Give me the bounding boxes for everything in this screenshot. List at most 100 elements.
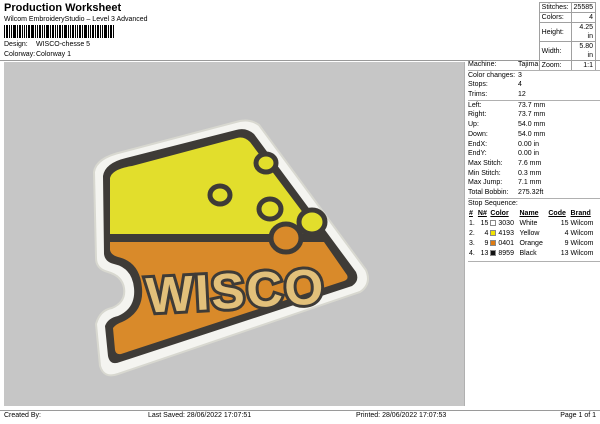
machine-info-label: Max Jump:	[468, 179, 503, 187]
sequence-num: 4.	[469, 250, 475, 258]
footer-divider	[0, 410, 600, 411]
color-name: White	[519, 220, 538, 228]
machine-info-row: Up: 54.0 mm	[468, 120, 600, 130]
machine-info-row: Max Stitch: 7.6 mm	[468, 159, 600, 169]
page-number: Page 1 of 1	[560, 412, 596, 419]
sequence-color: 3030	[489, 219, 518, 229]
machine-info-label: Color changes:	[468, 71, 516, 79]
machine-info-row: Color changes: 3	[468, 71, 600, 81]
sequence-color: 8959	[489, 249, 518, 259]
machine-info-row: Machine: Tajima	[468, 60, 600, 70]
color-swatch	[490, 230, 497, 237]
machine-info-row: Total Bobbin: 275.32ft	[468, 188, 600, 198]
last-saved: Last Saved: 28/06/2022 17:07:51	[148, 412, 252, 419]
machine-info-row: Min Stitch: 0.3 mm	[468, 169, 600, 179]
sequence-row: 3. 9 0401 Orange 9 Wilcom	[468, 239, 598, 249]
machine-info-row: EndX: 0.00 in	[468, 140, 600, 150]
colorway-row: Colorway: Colorway 1	[4, 51, 71, 58]
color-code: 0401	[498, 240, 514, 248]
color-code: 8959	[498, 250, 514, 258]
machine-info-value: 7.6 mm	[518, 159, 542, 167]
machine-info-label: Right:	[468, 111, 487, 119]
cheese-hole	[268, 221, 304, 255]
machine-info-value: 12	[518, 91, 526, 99]
stat-value: 4	[570, 12, 597, 23]
stat-row: Height: 4.25 in	[538, 22, 597, 42]
barcode	[4, 25, 116, 38]
colorway-label: Colorway:	[4, 51, 36, 58]
stat-label: Stitches:	[538, 2, 572, 13]
machine-info-label: Total Bobbin:	[468, 188, 509, 196]
machine-info-label: EndY:	[468, 150, 487, 158]
sequence-row: 1. 15 3030 White 15 Wilcom	[468, 219, 598, 229]
sequence-needle: 15	[480, 220, 489, 228]
stat-value: 25585	[570, 2, 597, 13]
machine-info-label: Up:	[468, 121, 479, 129]
sequence-header: #	[469, 210, 473, 218]
stop-sequence-title: Stop Sequence:	[468, 199, 518, 207]
stat-row: Width: 5.80 in	[538, 41, 597, 61]
machine-info-row: EndY: 0.00 in	[468, 149, 600, 159]
machine-info-label: Left:	[468, 101, 482, 109]
sequence-row: 2. 4 4193 Yellow 4 Wilcom	[468, 229, 598, 239]
sequence-header: Name	[519, 210, 539, 218]
machine-info-value: 0.00 in	[518, 150, 540, 158]
machine-info-label: Trims:	[468, 91, 488, 99]
machine-info-value: 4	[518, 81, 522, 89]
machine-info-row: Stops: 4	[468, 80, 600, 90]
machine-info-label: Max Stitch:	[468, 159, 503, 167]
machine-info-label: Min Stitch:	[468, 169, 501, 177]
stat-value: 4.25 in	[570, 22, 597, 42]
color-code: 4193	[498, 230, 514, 238]
machine-info-value: 73.7 mm	[518, 101, 546, 109]
stat-label: Width:	[538, 41, 572, 61]
software-subtitle: Wilcom EmbroideryStudio – Level 3 Advanc…	[4, 16, 148, 23]
machine-info-row: Down: 54.0 mm	[468, 130, 600, 140]
sequence-color: 4193	[489, 229, 518, 239]
sequence-needle: 4	[484, 230, 489, 238]
thread-brand: Wilcom	[570, 230, 594, 238]
sequence-num: 1.	[469, 220, 475, 228]
machine-info-value: 7.1 mm	[518, 179, 542, 187]
thread-code: 4	[564, 230, 569, 238]
cheese-patch-artwork: WISCO	[92, 119, 369, 377]
machine-info-value: 0.00 in	[518, 140, 540, 148]
stat-row: Colors: 4	[538, 12, 597, 23]
sequence-header: Brand	[570, 210, 591, 218]
machine-info-label: EndX:	[468, 140, 488, 148]
color-name: Black	[519, 250, 537, 258]
thread-brand: Wilcom	[570, 250, 594, 258]
sequence-needle: 13	[480, 250, 489, 258]
created-by: Created By:	[4, 412, 41, 419]
stat-label: Height:	[538, 22, 572, 42]
color-code: 3030	[498, 220, 514, 228]
machine-info-label: Down:	[468, 130, 488, 138]
panel-divider	[468, 260, 600, 262]
cheese-hole	[253, 151, 279, 175]
cheese-hole	[256, 196, 284, 222]
thread-code: 15	[560, 220, 569, 228]
machine-info-value: 73.7 mm	[518, 111, 546, 119]
machine-info-row: Right: 73.7 mm	[468, 110, 600, 120]
sequence-needle: 9	[484, 240, 489, 248]
color-swatch	[490, 250, 497, 257]
sequence-color: 0401	[489, 239, 518, 249]
colorway-value: Colorway 1	[36, 51, 72, 58]
thread-code: 13	[560, 250, 569, 258]
stop-sequence-table: # N# Color Name Code Brand 1. 15 3030 White 15 Wil…	[468, 209, 598, 259]
thread-brand: Wilcom	[570, 220, 594, 228]
page-title: Production Worksheet	[4, 2, 122, 14]
machine-info-value: Tajima	[518, 61, 539, 68]
machine-info-row: Trims: 12	[468, 90, 600, 100]
color-swatch	[490, 240, 497, 247]
design-row: Design: WISCO-chesse 5	[4, 41, 90, 48]
machine-info-value: 275.32ft	[518, 188, 544, 196]
design-preview: WISCO	[4, 62, 465, 406]
machine-info-row: Max Jump: 7.1 mm	[468, 178, 600, 188]
cheese-hole	[207, 183, 233, 207]
stat-label: Colors:	[538, 12, 572, 23]
design-label: Design:	[4, 41, 28, 48]
sequence-header: Color	[490, 210, 509, 218]
machine-info-value: 0.3 mm	[518, 169, 542, 177]
color-swatch	[490, 220, 497, 227]
